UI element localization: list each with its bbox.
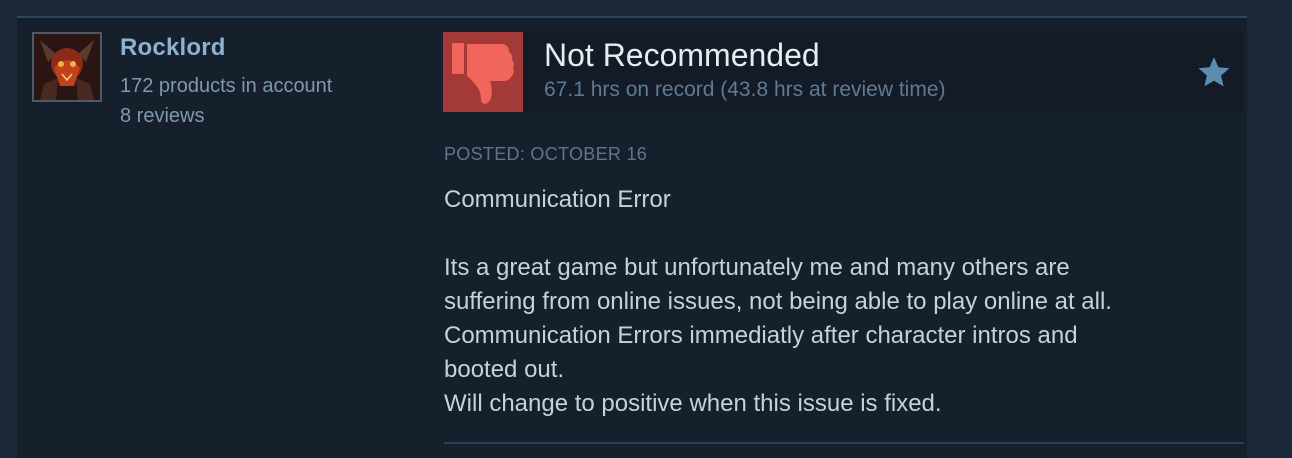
divider bbox=[444, 442, 1244, 444]
review-line: Communication Errors immediatly after ch… bbox=[444, 322, 1078, 349]
review-card: Rocklord 172 products in account 8 revie… bbox=[17, 16, 1247, 458]
review-title: Communication Error bbox=[444, 186, 671, 213]
review-line: suffering from online issues, not being … bbox=[444, 288, 1112, 315]
recommendation-title: Not Recommended bbox=[544, 37, 820, 73]
reviewer-name[interactable]: Rocklord bbox=[120, 34, 226, 62]
review-line: booted out. bbox=[444, 356, 565, 383]
review-body: Communication Error Its a great game but… bbox=[444, 183, 1234, 421]
review-line: Its a great game but unfortunately me an… bbox=[444, 254, 1070, 281]
vote-header[interactable]: Not Recommended 67.1 hrs on record (43.8… bbox=[443, 32, 1243, 112]
star-icon[interactable] bbox=[1196, 54, 1232, 90]
review-line: Will change to positive when this issue … bbox=[444, 390, 942, 417]
hours-on-record: 67.1 hrs on record (43.8 hrs at review t… bbox=[544, 78, 946, 101]
thumb-box bbox=[443, 32, 523, 112]
posted-date: POSTED: OCTOBER 16 bbox=[444, 144, 648, 164]
reviewer-products-count[interactable]: 172 products in account bbox=[120, 75, 332, 98]
page: Rocklord 172 products in account 8 revie… bbox=[0, 0, 1292, 458]
reviewer-reviews-count[interactable]: 8 reviews bbox=[120, 105, 204, 128]
avatar[interactable] bbox=[32, 32, 102, 102]
thumbs-down-icon bbox=[452, 43, 514, 104]
